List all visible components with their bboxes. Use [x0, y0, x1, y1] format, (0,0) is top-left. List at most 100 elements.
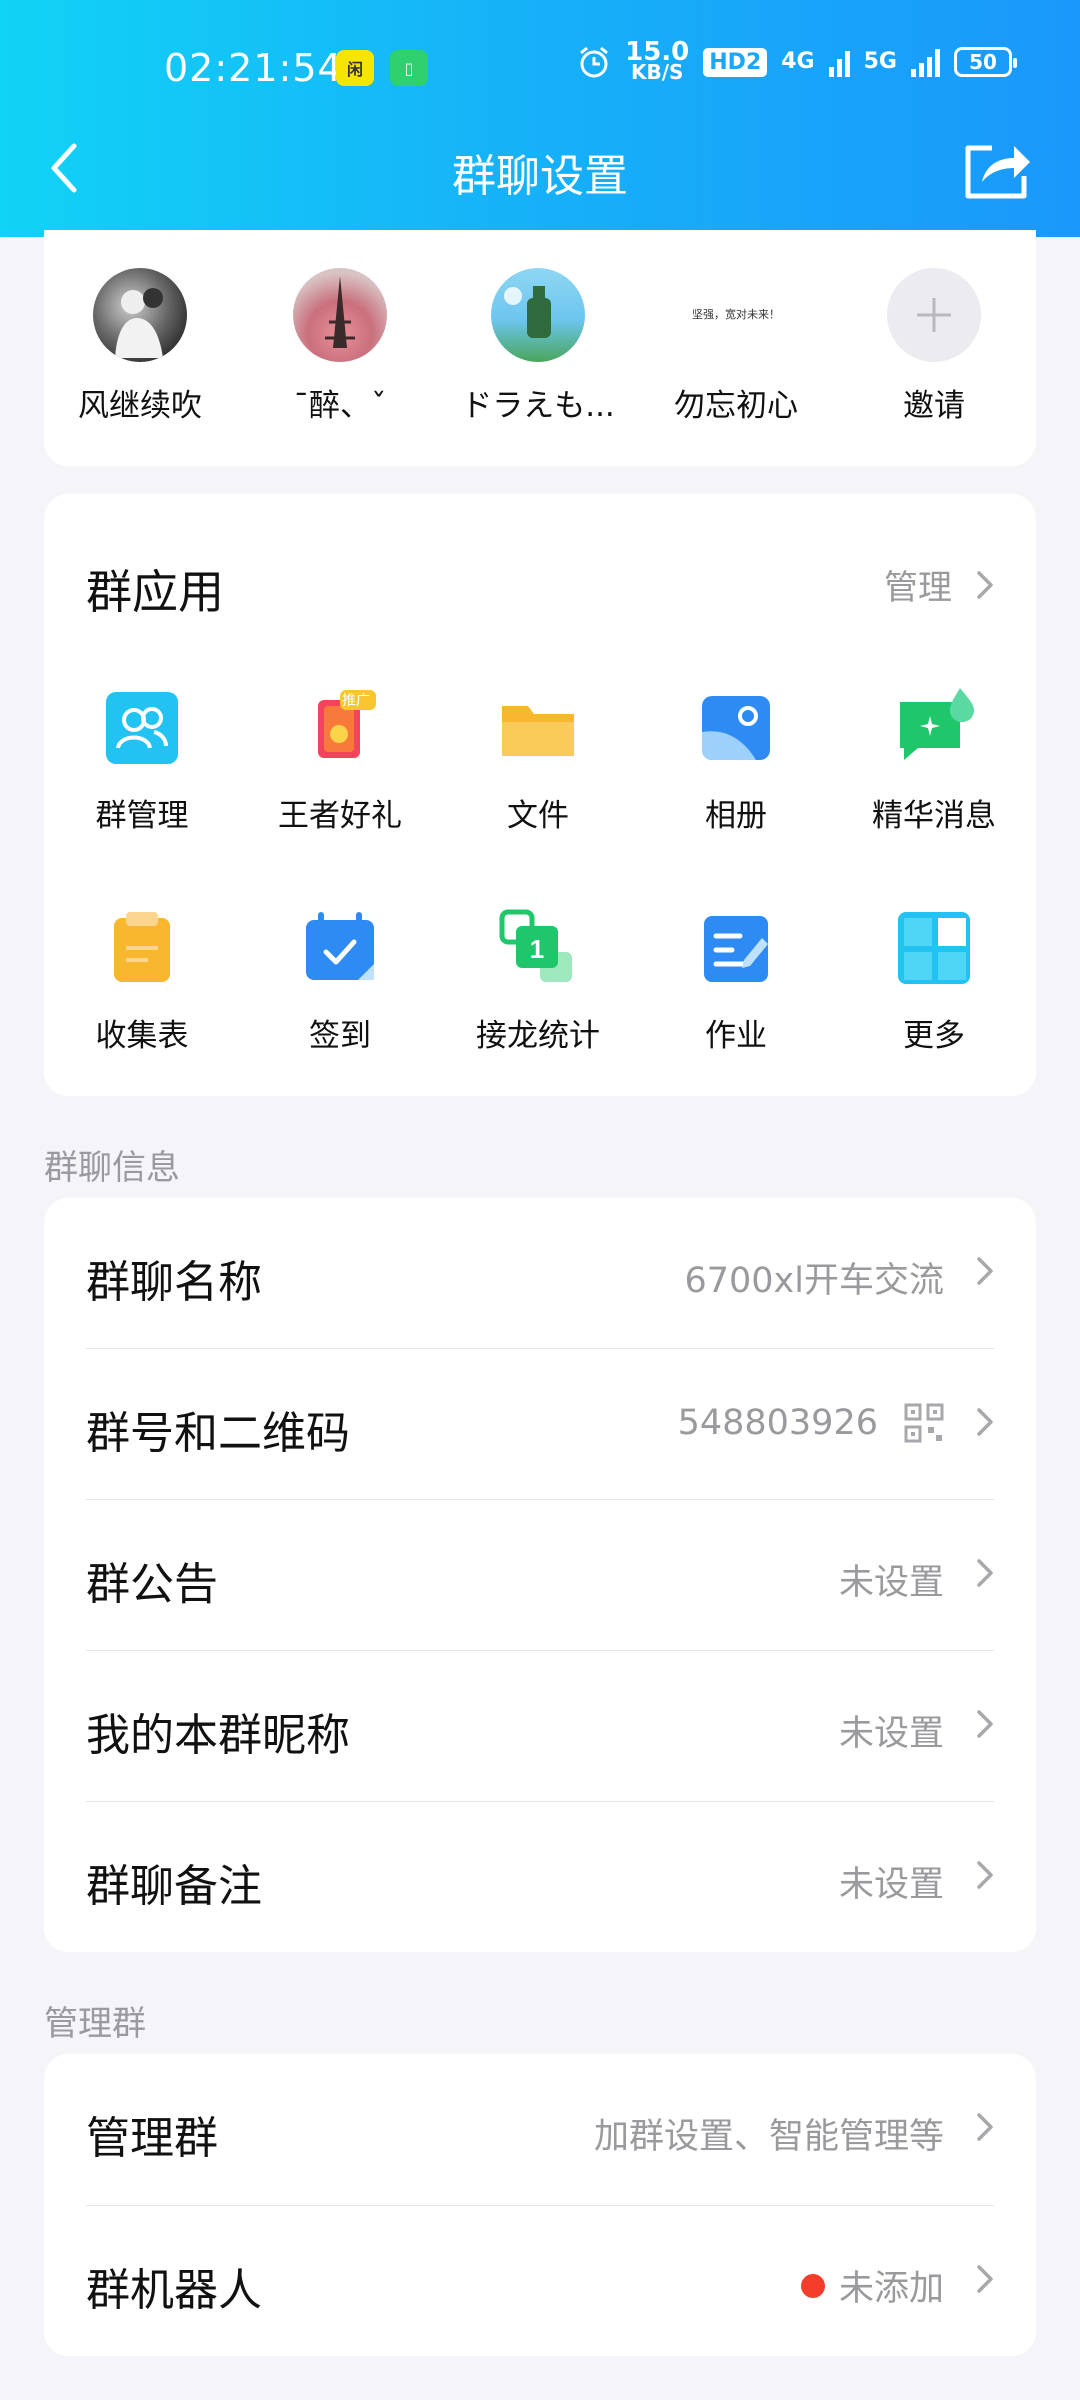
chevron-right-icon: [977, 1559, 993, 1587]
row-value-wrap: 未添加: [800, 2260, 944, 2311]
calendar-check-icon: [300, 908, 380, 988]
speed-value: 15.0: [625, 37, 690, 67]
status-time: 02:21:54: [164, 46, 343, 90]
share-icon[interactable]: [962, 138, 1034, 202]
app-label: 精华消息: [872, 798, 996, 834]
qr-code-icon: [904, 1403, 944, 1443]
row-group-robot[interactable]: 群机器人 未添加: [44, 2206, 1036, 2356]
essence-message-icon: [894, 688, 974, 768]
hd-voice-icon: HD2: [703, 47, 768, 77]
svg-text:1: 1: [530, 934, 544, 964]
group-number: 548803926: [677, 1403, 878, 1443]
member-avatar: [491, 268, 585, 362]
row-value: 未设置: [838, 1563, 944, 1603]
group-manage-icon: [102, 688, 182, 768]
app-collection-form[interactable]: 收集表: [42, 908, 242, 1055]
chevron-right-icon: [977, 2113, 993, 2141]
member-name: 勿忘初心: [674, 388, 798, 424]
member-item[interactable]: ˉ醉、ˇ: [240, 268, 440, 425]
signal-4g-icon: [828, 47, 850, 77]
signal-5g-icon: [911, 47, 940, 77]
row-label: 群聊备注: [86, 1861, 262, 1912]
group-apps-manage-link[interactable]: 管理: [884, 560, 994, 609]
app-label: 更多: [903, 1018, 965, 1054]
network-speed: 15.0 KB/S: [625, 37, 690, 84]
app-label: 群管理: [95, 798, 189, 834]
gift-icon: 推广: [300, 688, 380, 768]
row-value: 6700xl开车交流: [684, 1261, 944, 1301]
album-icon: [696, 688, 776, 768]
section-label-manage-group: 管理群: [44, 2004, 146, 2044]
chevron-right-icon: [977, 1861, 993, 1889]
app-label: 收集表: [95, 1018, 189, 1054]
chevron-right-icon: [977, 2265, 993, 2293]
app-check-in[interactable]: 签到: [240, 908, 440, 1055]
row-value-wrap: 548803926: [678, 1403, 944, 1443]
app-label: 王者好礼: [278, 798, 402, 834]
app-label: 相册: [705, 798, 767, 834]
row-value: 未添加: [838, 2269, 944, 2309]
row-group-name[interactable]: 群聊名称 6700xl开车交流: [44, 1198, 1036, 1348]
network-4g-label: 4G: [781, 49, 815, 74]
bottle-icon: [504, 286, 551, 338]
chevron-right-icon: [977, 1257, 993, 1285]
member-name: ˉ醉、ˇ: [293, 388, 387, 424]
more-grid-icon: [894, 908, 974, 988]
app-essence-messages[interactable]: 精华消息: [834, 688, 1034, 835]
row-label: 群聊名称: [86, 1257, 262, 1308]
chevron-right-icon: [977, 570, 993, 599]
app-files[interactable]: 文件: [438, 688, 638, 835]
app-label: 接龙统计: [476, 1018, 600, 1054]
app-king-gift[interactable]: 推广 王者好礼: [240, 688, 440, 835]
page-title: 群聊设置: [452, 151, 628, 202]
invite-button[interactable]: 邀请: [834, 268, 1034, 425]
app-label: 作业: [705, 1018, 767, 1054]
app-homework[interactable]: 作业: [636, 908, 836, 1055]
group-info-card: 群聊名称 6700xl开车交流 群号和二维码 548803926 群公告 未设置…: [44, 1198, 1036, 1952]
member-avatar: [93, 268, 187, 362]
folder-icon: [498, 688, 578, 768]
row-label: 管理群: [86, 2113, 218, 2164]
member-item[interactable]: 坚强，宽对未来！ 勿忘初心: [636, 268, 836, 425]
manage-group-card: 管理群 加群设置、智能管理等 群机器人 未添加: [44, 2054, 1036, 2356]
member-avatar: 坚强，宽对未来！: [681, 268, 791, 362]
row-value: 加群设置、智能管理等: [593, 2117, 944, 2157]
row-label: 群公告: [86, 1559, 218, 1610]
row-label: 我的本群昵称: [86, 1710, 350, 1761]
red-dot-indicator: [800, 2273, 825, 2298]
battery-icon: 50: [954, 47, 1017, 77]
app-label: 文件: [507, 798, 569, 834]
status-bar: 02:21:54 闲 ▯ 15.0 KB/S HD2 4G 5G 50: [0, 37, 1080, 100]
network-5g-label: 5G: [863, 49, 897, 74]
row-group-remark[interactable]: 群聊备注 未设置: [44, 1802, 1036, 1952]
app-album[interactable]: 相册: [636, 688, 836, 835]
row-value: 未设置: [838, 1714, 944, 1754]
app-notification-icon: 闲: [336, 50, 374, 86]
row-manage-group[interactable]: 管理群 加群设置、智能管理等: [44, 2054, 1036, 2204]
row-group-notice[interactable]: 群公告 未设置: [44, 1500, 1036, 1650]
clipboard-icon: [102, 908, 182, 988]
eiffel-tower-icon: [325, 276, 355, 348]
person-photo-icon: [115, 288, 163, 358]
app-more[interactable]: 更多: [834, 908, 1034, 1055]
manage-label: 管理: [884, 568, 952, 608]
app-label: 签到: [309, 1018, 371, 1054]
member-name: ドラえも...: [461, 388, 615, 424]
row-my-nickname[interactable]: 我的本群昵称 未设置: [44, 1651, 1036, 1801]
row-label: 群号和二维码: [86, 1408, 350, 1459]
group-apps-title: 群应用: [86, 565, 224, 619]
member-item[interactable]: 风继续吹: [40, 268, 240, 425]
chevron-right-icon: [977, 1710, 993, 1738]
app-relay-count[interactable]: 1 接龙统计: [438, 908, 638, 1055]
member-avatar-text: 坚强，宽对未来！: [692, 308, 780, 321]
section-label-group-info: 群聊信息: [44, 1148, 180, 1188]
app-group-manage[interactable]: 群管理: [42, 688, 242, 835]
row-group-number-qr[interactable]: 群号和二维码 548803926: [44, 1349, 1036, 1499]
member-avatar: [293, 268, 387, 362]
speed-unit: KB/S: [630, 60, 684, 84]
alarm-icon: [580, 46, 609, 78]
member-item[interactable]: ドラえも...: [438, 268, 638, 425]
row-label: 群机器人: [86, 2265, 262, 2316]
battery-saver-icon: ▯: [390, 50, 428, 86]
member-name: 风继续吹: [78, 388, 202, 424]
